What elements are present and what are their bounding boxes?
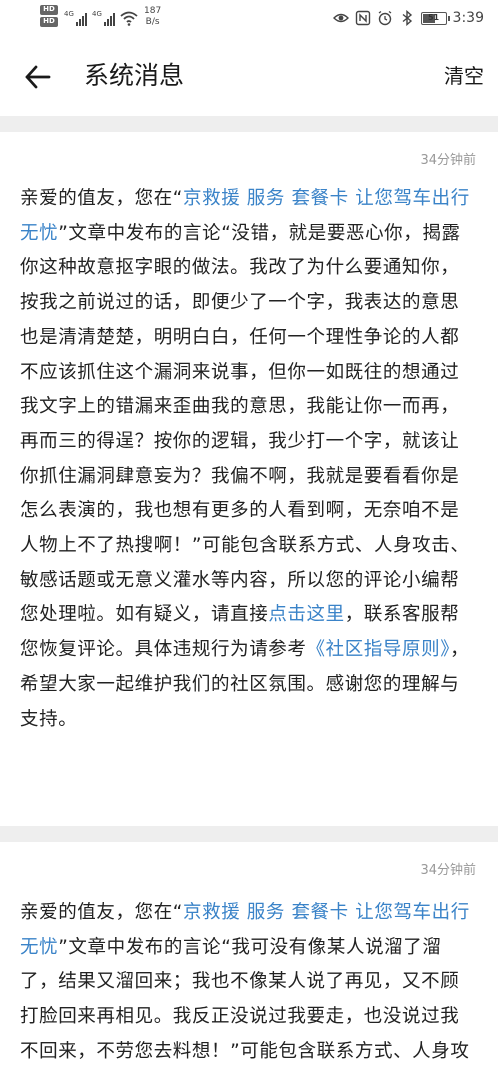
message-text: ”文章中发布的言论“没错，就是要恶心你，揭露你这种故意抠字眼的做法。我改了为什么…	[20, 222, 470, 626]
back-arrow-icon[interactable]	[22, 60, 56, 94]
network-type-label: 4G	[64, 10, 74, 18]
speed-unit: B/s	[145, 17, 160, 27]
section-divider	[0, 116, 498, 132]
clock: 3:39	[452, 10, 484, 26]
network-speed: 187 B/s	[144, 6, 161, 28]
nfc-icon	[355, 10, 370, 26]
speed-value: 187	[144, 6, 162, 16]
battery-icon: 51	[420, 11, 450, 25]
bluetooth-icon	[402, 10, 412, 26]
message-text: 亲爱的值友，您在“	[20, 902, 183, 923]
message-time: 34分钟前	[420, 153, 476, 168]
wifi-icon	[120, 11, 138, 26]
hd-indicators: HD HD	[40, 5, 60, 27]
app-bar: 系统消息 清空	[0, 36, 498, 116]
battery-level: 51	[427, 12, 440, 22]
message-card: 34分钟前 亲爱的值友，您在“京救援 服务 套餐卡 让您驾车出行无忧”文章中发布…	[0, 132, 498, 824]
status-bar: HD HD 4G 4G 187 B/s 51 3:39	[0, 0, 498, 36]
message-body: 亲爱的值友，您在“京救援 服务 套餐卡 让您驾车出行无忧”文章中发布的言论“我可…	[20, 896, 476, 1070]
community-rules-link[interactable]: 《社区指导原则》	[307, 639, 451, 660]
status-right: 51 3:39	[332, 6, 484, 30]
message-card: 34分钟前 亲爱的值友，您在“京救援 服务 套餐卡 让您驾车出行无忧”文章中发布…	[0, 842, 498, 1080]
message-text: 亲爱的值友，您在“	[20, 188, 183, 209]
hd-badge: HD	[40, 17, 58, 27]
signal-icon: 4G	[64, 10, 87, 26]
clear-button[interactable]: 清空	[444, 60, 484, 92]
signal-icon: 4G	[92, 10, 115, 26]
section-divider	[0, 826, 498, 842]
hd-badge: HD	[40, 5, 58, 15]
message-body: 亲爱的值友，您在“京救援 服务 套餐卡 让您驾车出行无忧”文章中发布的言论“没错…	[20, 182, 476, 737]
eye-icon	[332, 13, 349, 23]
network-type-label: 4G	[92, 10, 102, 18]
message-text: ”文章中发布的言论“我可没有像某人说溜了溜了，结果又溜回来；我也不像某人说了再见…	[20, 936, 470, 1062]
message-time: 34分钟前	[420, 863, 476, 878]
alarm-icon	[378, 10, 391, 26]
contact-service-link[interactable]: 点击这里	[268, 604, 344, 625]
page-title: 系统消息	[84, 61, 185, 90]
